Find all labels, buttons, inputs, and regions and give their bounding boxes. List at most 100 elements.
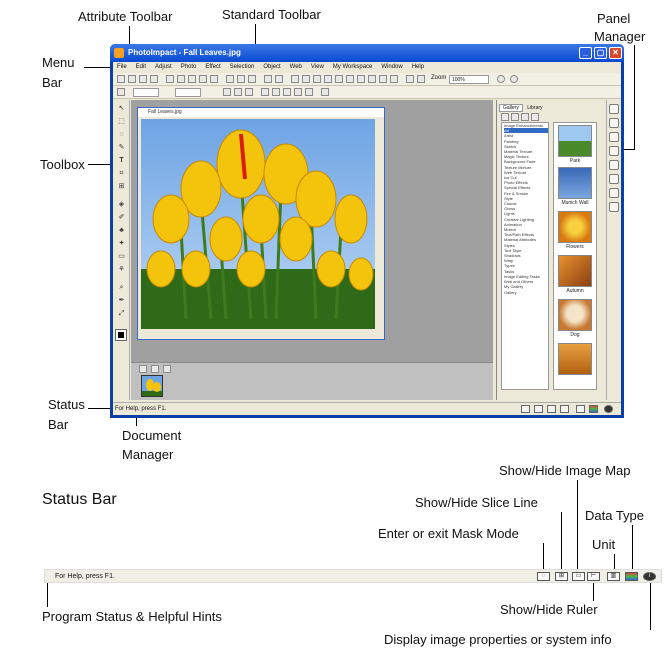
ruler-button-icon[interactable]: ⊢ [587, 572, 600, 581]
color-icon[interactable] [346, 75, 354, 83]
tab-library[interactable]: Library [524, 105, 545, 111]
menu-effect[interactable]: Effect [205, 62, 220, 73]
panel-manager-button-4[interactable] [609, 146, 619, 156]
gallery-item-flowers[interactable] [558, 211, 592, 243]
menu-edit[interactable]: Edit [136, 62, 146, 73]
slideshow-icon[interactable] [368, 75, 376, 83]
print-icon[interactable] [166, 75, 174, 83]
data-type-button-icon[interactable] [625, 572, 638, 581]
print-preview-icon[interactable] [177, 75, 185, 83]
group-icon[interactable] [272, 88, 280, 96]
unit-icon[interactable] [576, 405, 585, 413]
open-icon[interactable] [128, 75, 136, 83]
panel-manager-button-3[interactable] [609, 132, 619, 142]
align-right-icon[interactable] [245, 88, 253, 96]
panel-tool-icon-2[interactable] [511, 113, 519, 121]
camera-icon[interactable] [199, 75, 207, 83]
panel-manager-button-1[interactable] [609, 104, 619, 114]
slice-tool-icon[interactable]: ⊞ [116, 182, 127, 192]
eraser-tool-icon[interactable]: ▭ [116, 252, 127, 262]
menu-file[interactable]: File [117, 62, 127, 73]
pick-tool-icon[interactable]: ↖ [116, 104, 127, 114]
cut-icon[interactable] [226, 75, 234, 83]
image-canvas[interactable] [141, 119, 375, 329]
gallery-item-more[interactable] [558, 343, 592, 375]
paint-tool-icon[interactable]: ✐ [116, 213, 127, 223]
save-icon[interactable] [139, 75, 147, 83]
lasso-tool-icon[interactable]: ◌ [116, 130, 127, 140]
panel-tool-icon-3[interactable] [521, 113, 529, 121]
panel-manager-button-6[interactable] [609, 174, 619, 184]
mail-icon[interactable] [390, 75, 398, 83]
color-swatch-icon[interactable] [115, 329, 127, 341]
web-icon[interactable] [357, 75, 365, 83]
properties-icon[interactable] [604, 405, 613, 413]
gallery-item-dog[interactable] [558, 299, 592, 331]
clone-tool-icon[interactable]: ♣ [116, 226, 127, 236]
scan-icon[interactable] [188, 75, 196, 83]
minimize-button[interactable]: _ [579, 47, 592, 59]
path-tool-icon[interactable]: ✎ [116, 143, 127, 153]
unit-button-icon[interactable]: ▥ [607, 572, 620, 581]
attribute-field-1[interactable] [133, 88, 159, 97]
selection-tool-icon[interactable]: ⬚ [116, 117, 127, 127]
tab-gallery[interactable]: Gallery [499, 104, 523, 112]
eyedropper-tool-icon[interactable]: ✒ [116, 296, 127, 306]
gallery-item-autumn[interactable] [558, 255, 592, 287]
capture-icon[interactable] [210, 75, 218, 83]
menu-object[interactable]: Object [263, 62, 280, 73]
image-map-icon[interactable] [547, 405, 556, 413]
distribute-icon[interactable] [294, 88, 302, 96]
tree-item[interactable]: Image Enhancements [504, 123, 548, 128]
doc-manager-menu-icon[interactable] [139, 365, 147, 373]
merge-icon[interactable] [283, 88, 291, 96]
save-as-icon[interactable] [150, 75, 158, 83]
zoom-select[interactable]: 100% [449, 75, 489, 84]
new-icon[interactable] [117, 75, 125, 83]
menu-photo[interactable]: Photo [181, 62, 197, 73]
menu-selection[interactable]: Selection [230, 62, 255, 73]
order-icon[interactable] [305, 88, 313, 96]
menu-my-workspace[interactable]: My Workspace [333, 62, 373, 73]
menu-window[interactable]: Window [381, 62, 402, 73]
gallery-item-park[interactable] [558, 125, 592, 157]
panel-tool-icon-1[interactable] [501, 113, 509, 121]
enhance-icon[interactable] [335, 75, 343, 83]
fill-tool-icon[interactable]: ◈ [116, 200, 127, 210]
menu-adjust[interactable]: Adjust [155, 62, 172, 73]
resize-icon[interactable] [302, 75, 310, 83]
mask-mode-button-icon[interactable]: ◌ [537, 572, 550, 581]
retouch-tool-icon[interactable]: ✦ [116, 239, 127, 249]
pick-tool-icon[interactable] [117, 88, 125, 96]
fullscreen-icon[interactable] [417, 75, 425, 83]
document-thumbnail[interactable] [141, 375, 163, 397]
browse-icon[interactable] [379, 75, 387, 83]
redo-icon[interactable] [275, 75, 283, 83]
crop-icon[interactable] [291, 75, 299, 83]
menu-web[interactable]: Web [290, 62, 302, 73]
properties-icon[interactable] [321, 88, 329, 96]
help-icon[interactable] [510, 75, 518, 83]
image-map-button-icon[interactable]: ▭ [572, 572, 585, 581]
mask-mode-icon[interactable] [521, 405, 530, 413]
zoom-tool-icon[interactable]: ⌕ [116, 283, 127, 293]
paste-icon[interactable] [248, 75, 256, 83]
menu-view[interactable]: View [311, 62, 324, 73]
rotate-icon[interactable] [313, 75, 321, 83]
panel-manager-button-7[interactable] [609, 188, 619, 198]
panel-manager-button-8[interactable] [609, 202, 619, 212]
panel-manager-button-2[interactable] [609, 118, 619, 128]
attribute-field-2[interactable] [175, 88, 201, 97]
close-button[interactable]: ✕ [609, 47, 622, 59]
slice-line-icon[interactable] [534, 405, 543, 413]
title-bar[interactable]: PhotoImpact - Fall Leaves.jpg _ ▢ ✕ [110, 44, 624, 62]
doc-manager-view-icon[interactable] [151, 365, 159, 373]
panel-tool-icon-4[interactable] [531, 113, 539, 121]
slice-line-button-icon[interactable]: ⊞ [555, 572, 568, 581]
arrange-icon[interactable] [261, 88, 269, 96]
tree-item[interactable]: Gallery [504, 290, 548, 295]
gallery-item-munich-wall[interactable] [558, 167, 592, 199]
transform-tool-icon[interactable]: ⤢ [116, 309, 127, 319]
doc-manager-tools-icon[interactable] [163, 365, 171, 373]
align-left-icon[interactable] [223, 88, 231, 96]
